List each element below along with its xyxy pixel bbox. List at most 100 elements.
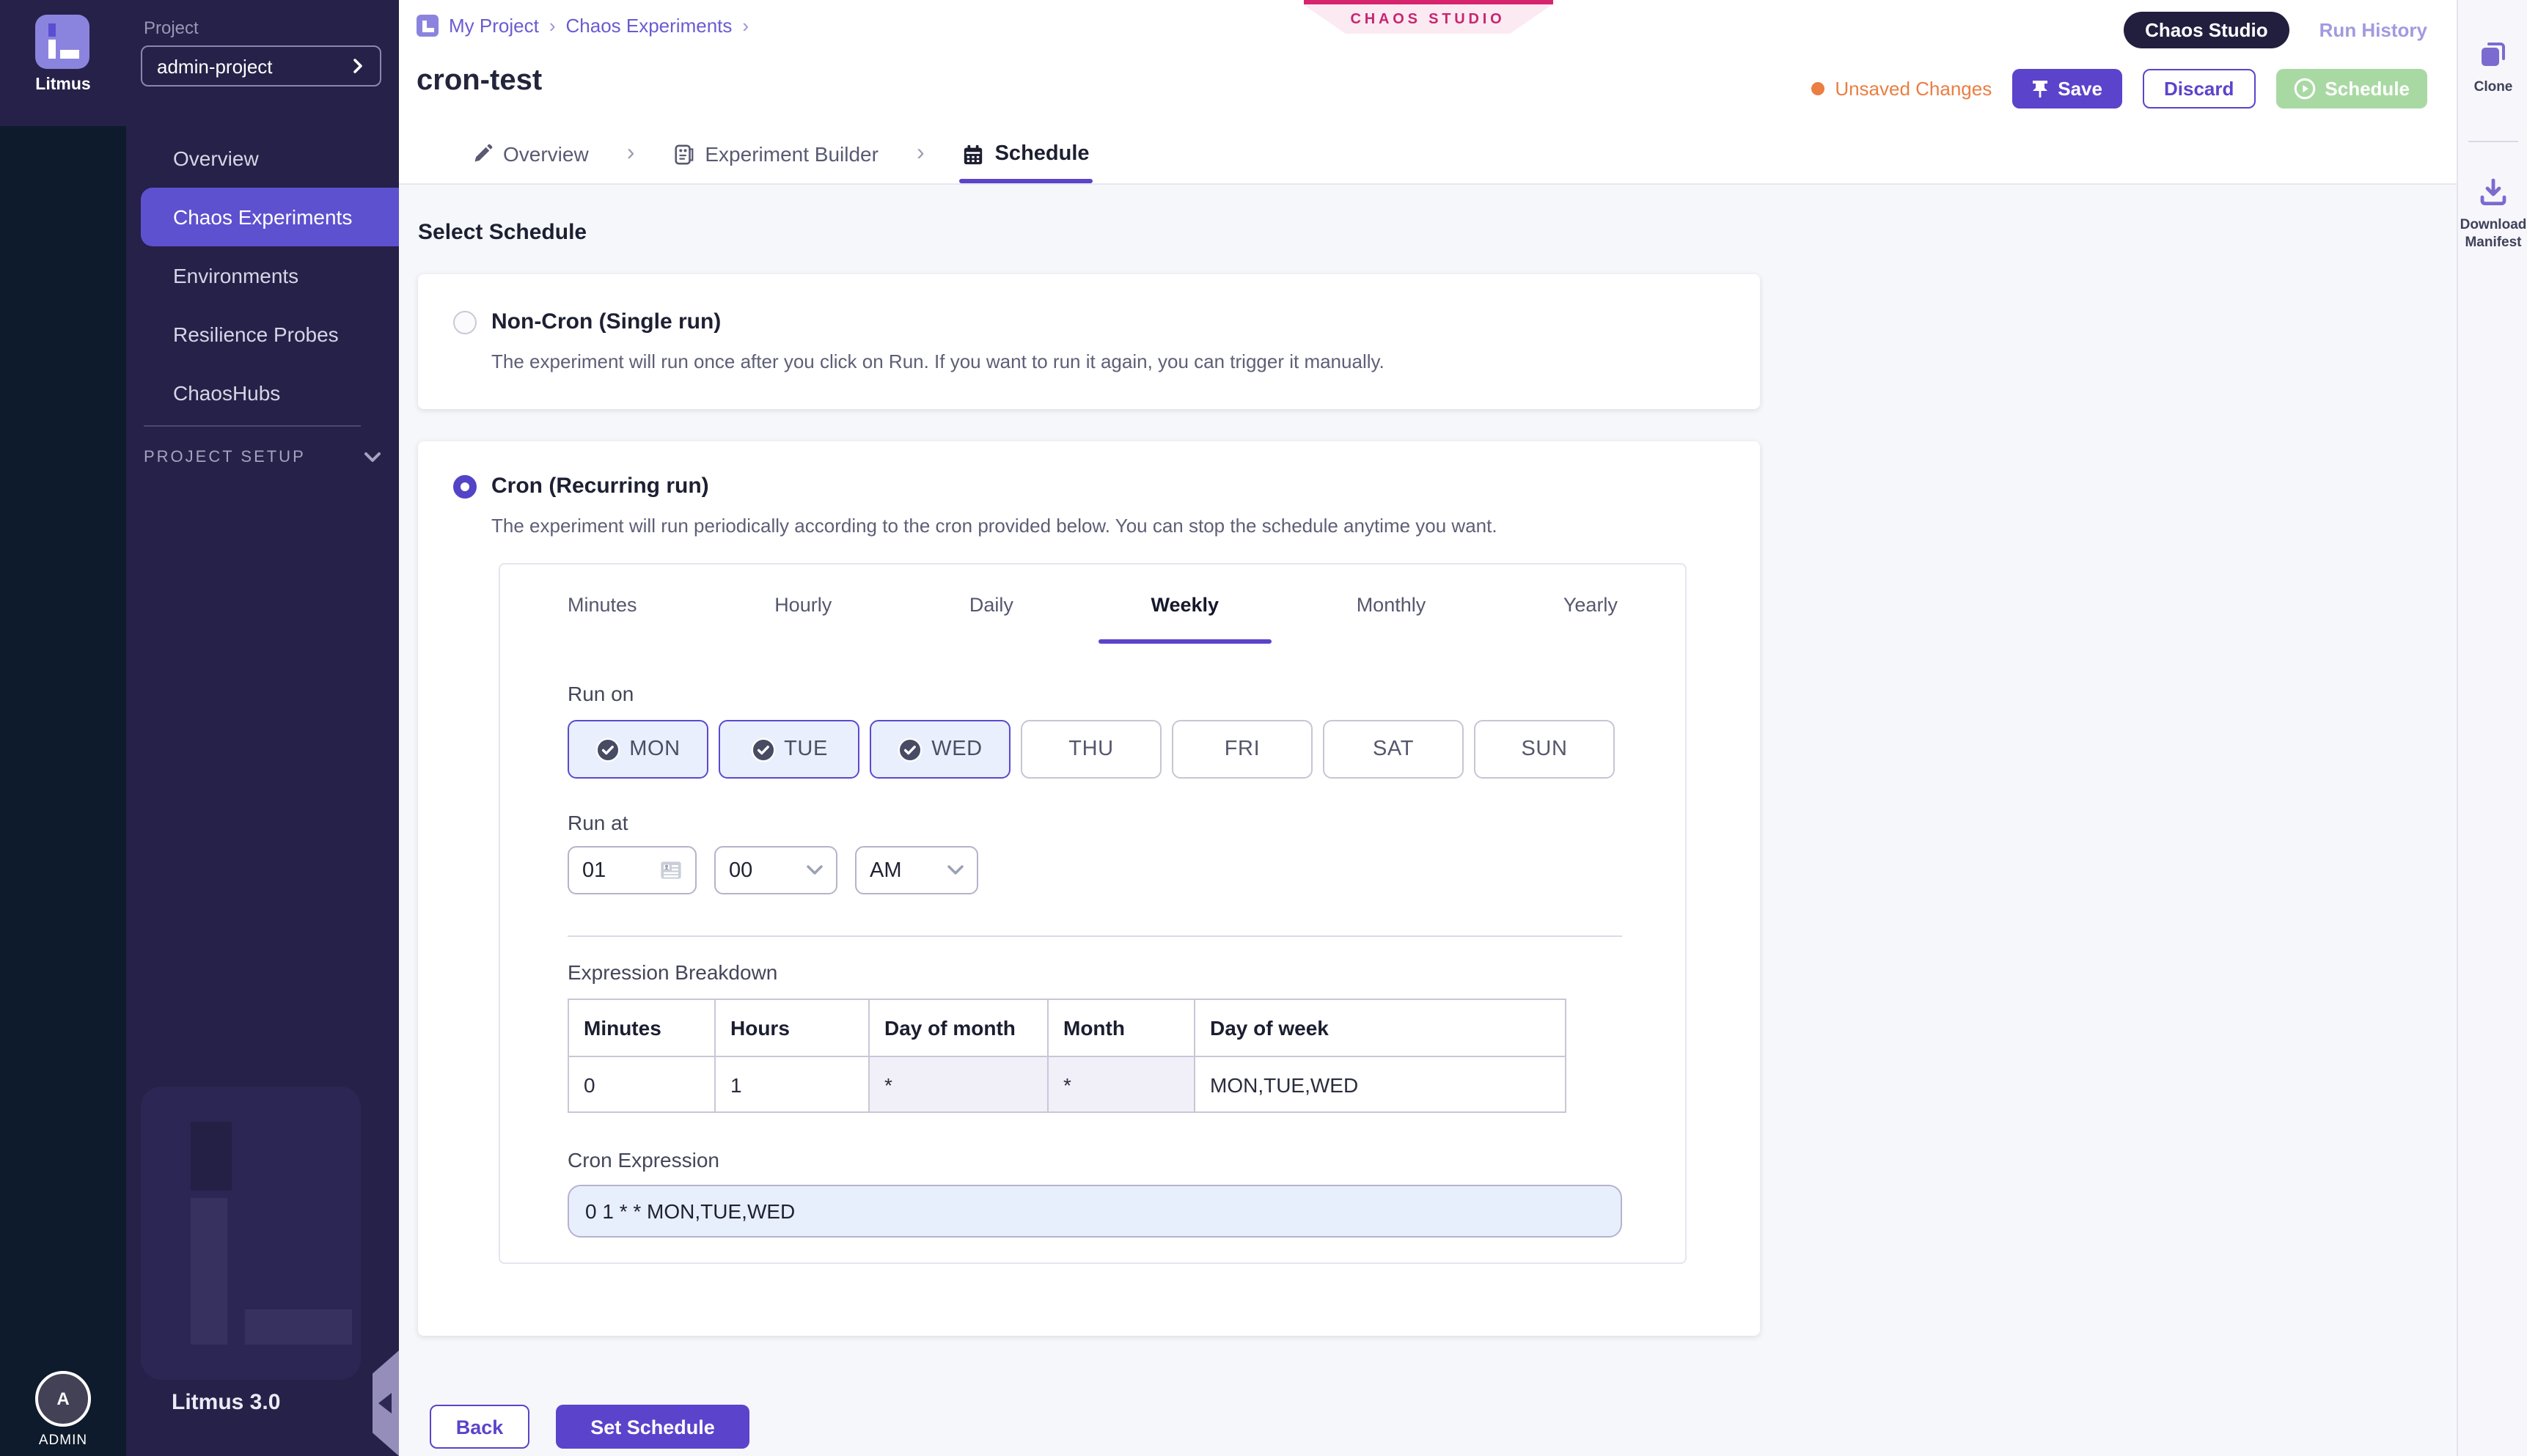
table-row: 0 1 * * MON,TUE,WED: [568, 1056, 1566, 1112]
col-header-month: Month: [1048, 999, 1195, 1056]
sidebar-item-chaos-experiments[interactable]: Chaos Experiments: [141, 188, 399, 246]
sidebar-item-resilience-probes[interactable]: Resilience Probes: [126, 305, 399, 364]
breadcrumb-item-chaos-experiments[interactable]: Chaos Experiments: [566, 15, 733, 37]
chevron-right-icon: [351, 59, 365, 73]
day-button-fri[interactable]: FRI: [1172, 720, 1313, 779]
sidebar-item-environments[interactable]: Environments: [126, 246, 399, 305]
download-label: DownloadManifest: [2460, 217, 2527, 252]
back-button[interactable]: Back: [430, 1405, 529, 1449]
logo-area: Litmus: [0, 0, 126, 126]
day-label: THU: [1068, 738, 1113, 761]
sidebar-item-chaoshubs[interactable]: ChaosHubs: [126, 364, 399, 422]
discard-button[interactable]: Discard: [2142, 69, 2256, 109]
pin-icon: [2031, 79, 2049, 98]
run-on-label: Run on: [568, 682, 1618, 705]
clone-label: Clone: [2474, 79, 2513, 97]
meridiem-value: AM: [870, 858, 902, 882]
col-header-hours: Hours: [715, 999, 869, 1056]
save-label: Save: [2058, 78, 2102, 100]
tab-overview[interactable]: Overview: [472, 125, 589, 183]
cron-tab-minutes[interactable]: Minutes: [568, 565, 637, 644]
page-header: My Project › Chaos Experiments › CHAOS S…: [399, 0, 2457, 185]
chaos-studio-ribbon: CHAOS STUDIO: [1303, 0, 1552, 34]
cron-tab-daily[interactable]: Daily: [969, 565, 1013, 644]
minute-select[interactable]: 00: [714, 846, 837, 894]
col-header-day-of-week: Day of week: [1195, 999, 1566, 1056]
tab-experiment-builder[interactable]: Experiment Builder: [672, 125, 879, 183]
unsaved-dot-icon: [1811, 82, 1824, 95]
cell-day-of-week: MON,TUE,WED: [1195, 1056, 1566, 1112]
day-label: TUE: [784, 738, 828, 761]
avatar[interactable]: A: [35, 1371, 91, 1427]
breadcrumb: My Project › Chaos Experiments ›: [417, 15, 749, 37]
hour-input[interactable]: 01: [568, 846, 697, 894]
tab-overview-label: Overview: [503, 142, 589, 166]
check-circle-icon: [898, 737, 923, 762]
tab-schedule[interactable]: Schedule: [963, 125, 1090, 183]
expression-breakdown-table: Minutes Hours Day of month Month Day of …: [568, 999, 1566, 1113]
cron-card: Cron (Recurring run) The experiment will…: [418, 441, 1760, 1336]
breadcrumb-item-my-project[interactable]: My Project: [449, 15, 539, 37]
cell-minutes: 0: [568, 1056, 715, 1112]
experiment-builder-icon: [672, 143, 694, 165]
schedule-label: Schedule: [2325, 78, 2410, 100]
sidebar-collapse-button[interactable]: [373, 1350, 399, 1456]
non-cron-radio[interactable]: [453, 310, 477, 334]
hour-value: 01: [582, 858, 606, 882]
cron-title: Cron (Recurring run): [491, 474, 709, 499]
cron-tab-monthly[interactable]: Monthly: [1357, 565, 1426, 644]
run-history-link[interactable]: Run History: [2319, 19, 2427, 41]
ribbon-label: CHAOS STUDIO: [1303, 4, 1552, 34]
day-button-sat[interactable]: SAT: [1323, 720, 1464, 779]
day-button-mon[interactable]: MON: [568, 720, 708, 779]
day-button-wed[interactable]: WED: [870, 720, 1011, 779]
col-header-day-of-month: Day of month: [869, 999, 1048, 1056]
cron-expression-label: Cron Expression: [568, 1148, 1618, 1172]
cell-hours: 1: [715, 1056, 869, 1112]
day-button-thu[interactable]: THU: [1021, 720, 1162, 779]
download-icon: [2477, 176, 2509, 208]
tab-separator: ›: [917, 141, 925, 167]
day-button-sun[interactable]: SUN: [1474, 720, 1615, 779]
non-cron-description: The experiment will run once after you c…: [491, 350, 1725, 372]
cron-config-card: Minutes Hourly Daily Weekly Monthly Year…: [499, 563, 1687, 1264]
litmus-logo-icon[interactable]: [35, 15, 89, 69]
main-area: My Project › Chaos Experiments › CHAOS S…: [399, 0, 2457, 1456]
meridiem-select[interactable]: AM: [855, 846, 978, 894]
cron-tab-hourly[interactable]: Hourly: [774, 565, 832, 644]
cron-tab-weekly[interactable]: Weekly: [1151, 565, 1220, 644]
litmus-watermark: [141, 1087, 361, 1380]
project-setup-toggle[interactable]: PROJECT SETUP: [144, 449, 381, 466]
schedule-content: Select Schedule Non-Cron (Single run) Th…: [399, 185, 2457, 1456]
expression-breakdown-label: Expression Breakdown: [568, 960, 1618, 984]
time-picker-icon: [660, 861, 682, 880]
left-rail: Litmus A ADMIN: [0, 0, 126, 1456]
save-button[interactable]: Save: [2012, 69, 2121, 109]
clone-button[interactable]: Clone: [2458, 38, 2527, 97]
chevron-down-icon: [807, 865, 823, 875]
play-circle-icon: [2294, 78, 2316, 100]
sidebar: Project admin-project Overview Chaos Exp…: [126, 0, 399, 1456]
unsaved-label: Unsaved Changes: [1835, 78, 1992, 100]
day-button-tue[interactable]: TUE: [719, 720, 859, 779]
tab-separator: ›: [627, 141, 635, 167]
set-schedule-button[interactable]: Set Schedule: [556, 1405, 749, 1449]
sidebar-item-overview[interactable]: Overview: [126, 129, 399, 188]
day-label: WED: [931, 738, 982, 761]
non-cron-card: Non-Cron (Single run) The experiment wil…: [418, 274, 1760, 409]
project-select[interactable]: admin-project: [141, 45, 381, 87]
sidebar-divider: [144, 425, 361, 427]
download-manifest-button[interactable]: DownloadManifest: [2458, 176, 2527, 252]
cron-expression-value[interactable]: 0 1 * * MON,TUE,WED: [568, 1185, 1622, 1238]
schedule-button-disabled[interactable]: Schedule: [2276, 69, 2427, 109]
cron-frequency-tabs: Minutes Hourly Daily Weekly Monthly Year…: [500, 565, 1685, 644]
non-cron-title: Non-Cron (Single run): [491, 309, 721, 334]
check-circle-icon: [750, 737, 775, 762]
cron-radio[interactable]: [453, 474, 477, 498]
toolbar-divider: [2468, 141, 2518, 142]
cell-day-of-month: *: [869, 1056, 1048, 1112]
studio-tabs: Overview › Experiment Builder › Schedule: [399, 125, 1090, 183]
tab-schedule-label: Schedule: [995, 142, 1090, 166]
cron-tab-yearly[interactable]: Yearly: [1563, 565, 1618, 644]
chaos-studio-toggle[interactable]: Chaos Studio: [2123, 12, 2290, 48]
